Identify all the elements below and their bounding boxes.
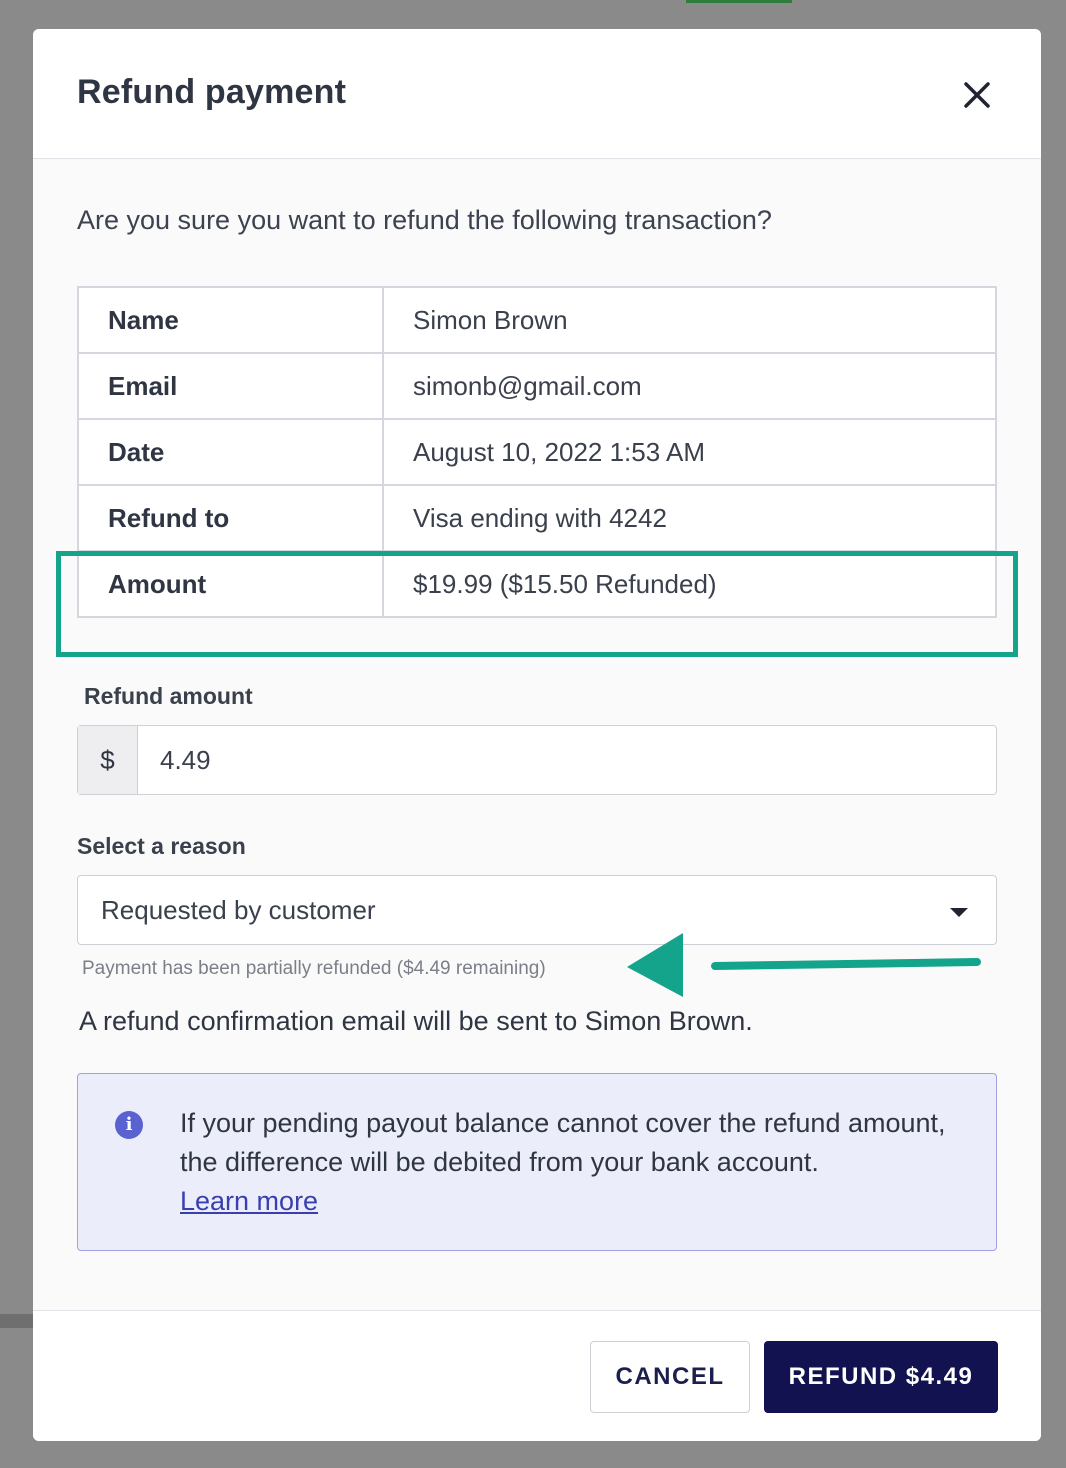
- refund-helper-text: Payment has been partially refunded ($4.…: [82, 958, 546, 979]
- info-alert: i If your pending payout balance cannot …: [77, 1073, 997, 1251]
- detail-value: Visa ending with 4242: [382, 484, 997, 552]
- close-button[interactable]: [957, 75, 997, 115]
- modal-title: Refund payment: [77, 73, 347, 111]
- reason-selected-value: Requested by customer: [101, 895, 376, 925]
- refund-button[interactable]: REFUND $4.49: [764, 1341, 998, 1413]
- annotation-arrow-icon: [627, 933, 981, 997]
- info-message: If your pending payout balance cannot co…: [180, 1104, 980, 1221]
- cancel-button[interactable]: CANCEL: [590, 1341, 750, 1413]
- table-row: Refund to Visa ending with 4242: [77, 484, 997, 552]
- table-row: Date August 10, 2022 1:53 AM: [77, 418, 997, 486]
- confirm-question: Are you sure you want to refund the foll…: [77, 205, 772, 235]
- detail-label: Email: [77, 352, 384, 420]
- refund-amount-group: $: [77, 725, 997, 795]
- detail-value: Simon Brown: [382, 286, 997, 354]
- refund-amount-label: Refund amount: [84, 683, 253, 709]
- info-message-text: If your pending payout balance cannot co…: [180, 1108, 946, 1177]
- refund-amount-input[interactable]: [138, 726, 996, 794]
- modal-footer: CANCEL REFUND $4.49: [33, 1310, 1041, 1441]
- table-row: Email simonb@gmail.com: [77, 352, 997, 420]
- backdrop-accent: [686, 0, 792, 3]
- close-icon: [964, 82, 990, 108]
- detail-value: simonb@gmail.com: [382, 352, 997, 420]
- modal-header: Refund payment: [33, 29, 1041, 159]
- chevron-down-icon: [950, 908, 968, 917]
- detail-value: August 10, 2022 1:53 AM: [382, 418, 997, 486]
- table-row: Name Simon Brown: [77, 286, 997, 354]
- currency-addon: $: [78, 726, 138, 794]
- learn-more-link[interactable]: Learn more: [180, 1186, 318, 1216]
- confirmation-email-text: A refund confirmation email will be sent…: [79, 1006, 753, 1036]
- detail-label: Name: [77, 286, 384, 354]
- detail-label: Date: [77, 418, 384, 486]
- amount-highlight-box: [56, 551, 1018, 657]
- detail-label: Refund to: [77, 484, 384, 552]
- refund-modal: Refund payment Are you sure you want to …: [33, 29, 1041, 1441]
- info-icon: i: [115, 1111, 143, 1139]
- reason-label: Select a reason: [77, 833, 246, 859]
